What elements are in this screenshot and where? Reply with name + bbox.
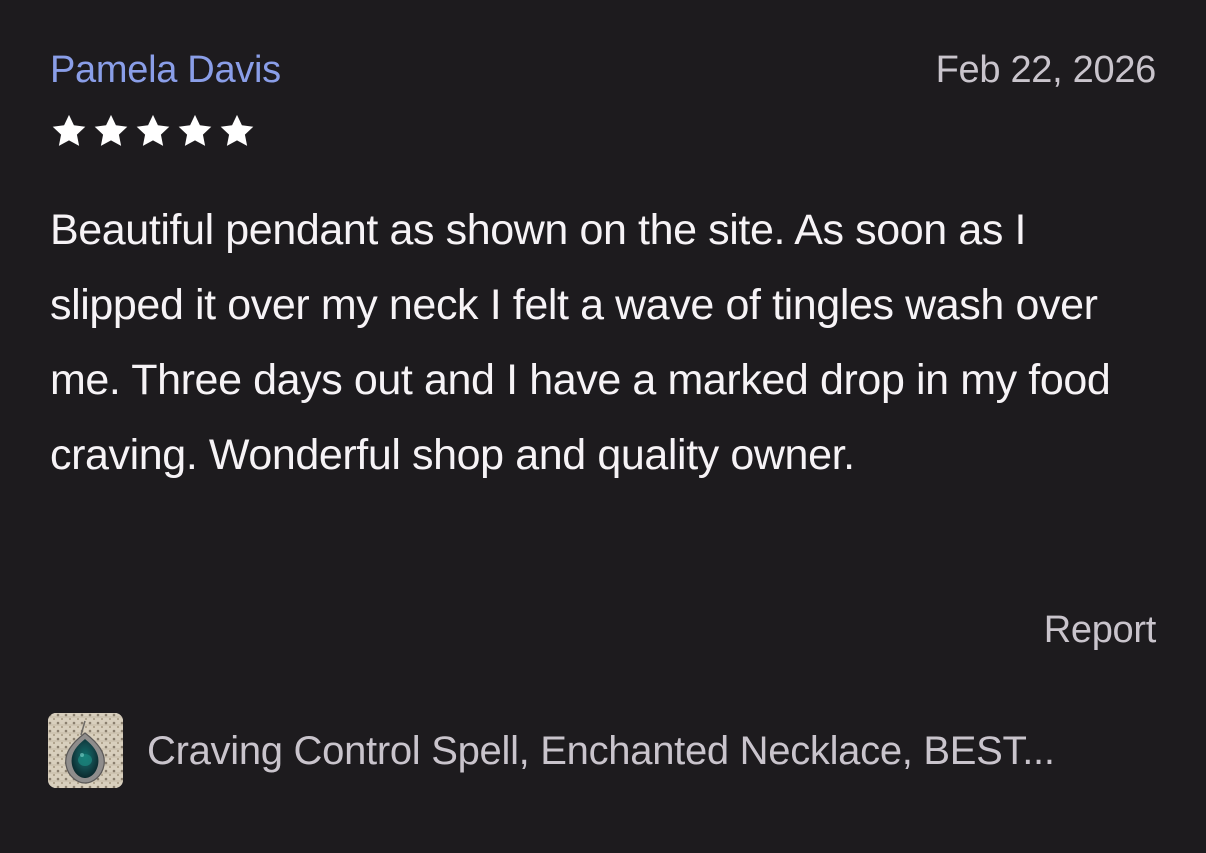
star-icon: [50, 112, 88, 150]
star-icon: [134, 112, 172, 150]
review-text: Beautiful pendant as shown on the site. …: [50, 206, 1111, 479]
star-icon: [218, 112, 256, 150]
product-link[interactable]: Craving Control Spell, Enchanted Necklac…: [48, 713, 1158, 788]
report-link[interactable]: Report: [1044, 606, 1157, 654]
reviewer-name[interactable]: Pamela Davis: [50, 46, 281, 94]
star-icon: [92, 112, 130, 150]
star-rating: [50, 112, 256, 150]
review-date: Feb 22, 2026: [935, 49, 1157, 91]
product-title[interactable]: Craving Control Spell, Enchanted Necklac…: [147, 726, 1055, 776]
review-card: Pamela Davis Feb 22, 2026 Beautiful pend…: [0, 0, 1206, 853]
pendant-thumbnail-icon[interactable]: [48, 713, 123, 788]
star-icon: [176, 112, 214, 150]
